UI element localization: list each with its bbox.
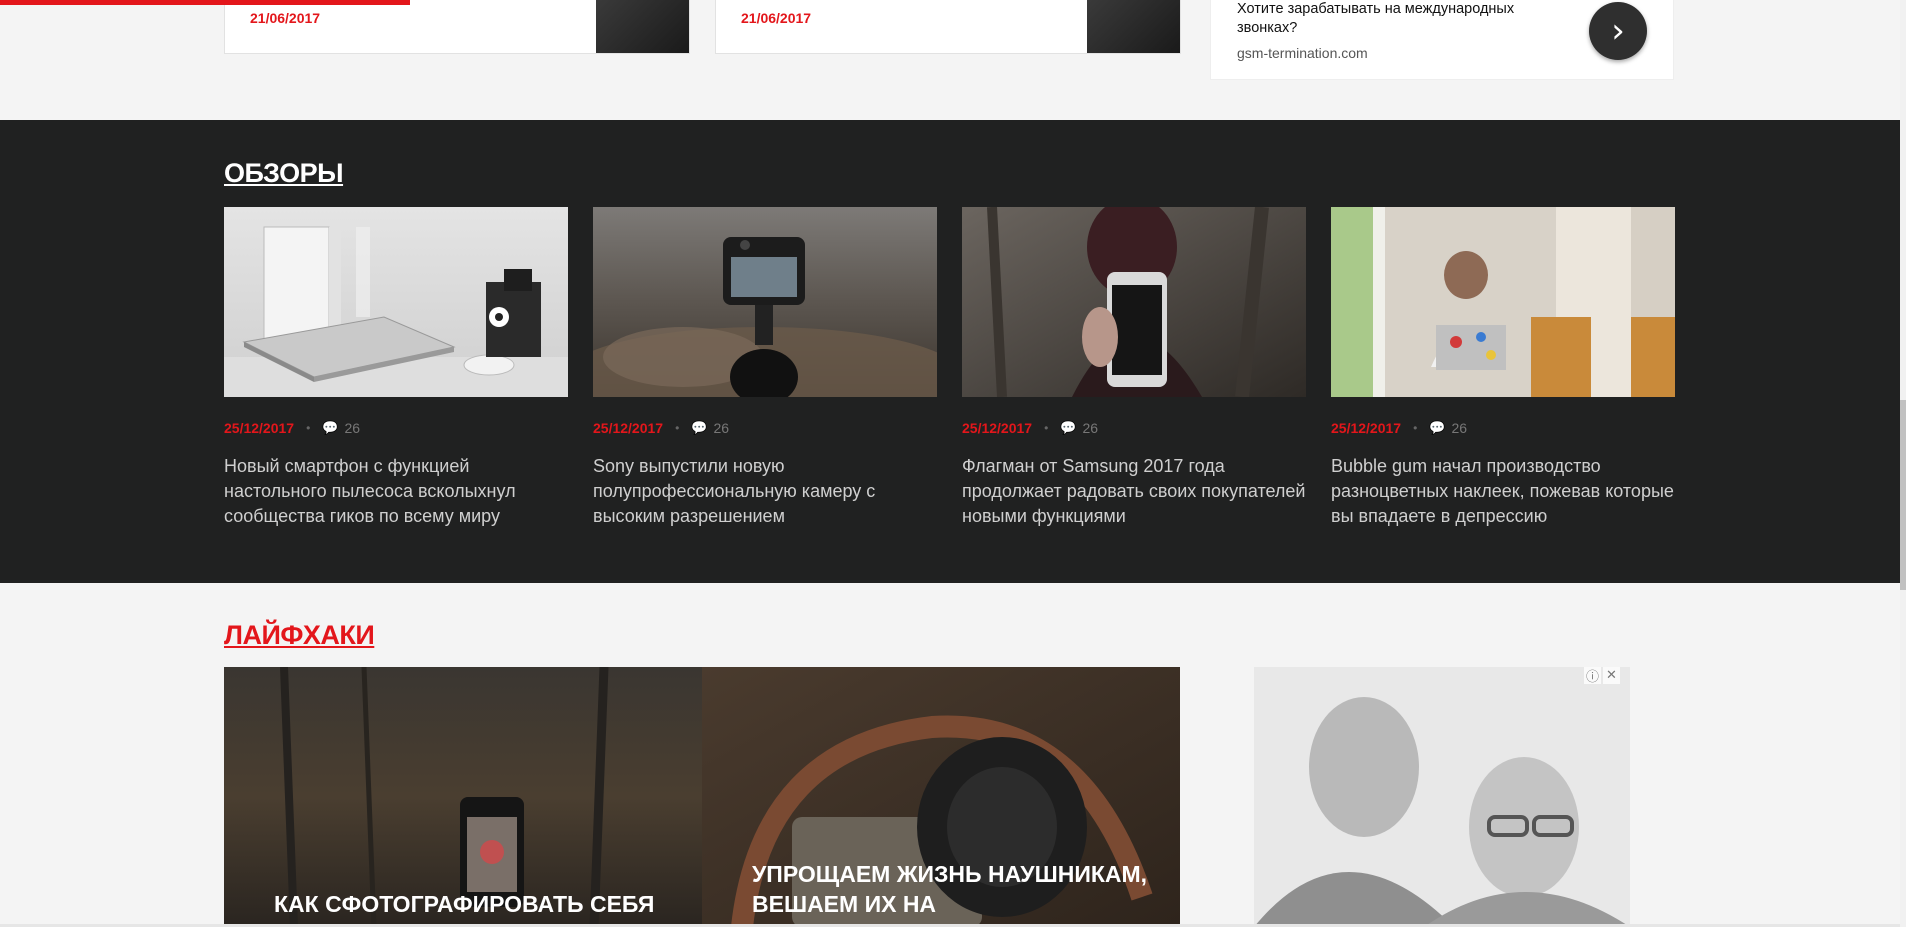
comments-count[interactable]: 26 [344, 420, 360, 436]
review-meta: 25/12/2017 • 💬 26 [962, 419, 1306, 437]
meta-separator: • [1044, 421, 1049, 435]
review-meta: 25/12/2017 • 💬 26 [593, 419, 937, 437]
meta-separator: • [1413, 421, 1418, 435]
ad-domain[interactable]: gsm-termination.com [1237, 45, 1368, 61]
review-image-man-laptop[interactable] [1331, 207, 1675, 397]
comments-count[interactable]: 26 [1082, 420, 1098, 436]
reviews-section: Обзоры [0, 120, 1900, 583]
side-advertisement[interactable]: ⓘ ✕ [1254, 667, 1630, 927]
ad-title[interactable]: Хотите зарабатывать на международных зво… [1237, 0, 1577, 38]
top-news-card-1[interactable]: 21/06/2017 [224, 0, 690, 54]
lifehack-tile[interactable]: Упрощаем жизнь наушникам, вешаем их на [702, 667, 1180, 927]
news-date: 21/06/2017 [250, 10, 321, 26]
review-title[interactable]: Новый смартфон с функцией настольного пы… [224, 454, 568, 529]
review-meta: 25/12/2017 • 💬 26 [224, 419, 568, 437]
review-date: 25/12/2017 [593, 420, 664, 436]
comments-icon: 💬 [322, 420, 339, 435]
news-thumbnail[interactable] [596, 0, 689, 53]
ad-controls: ⓘ ✕ [1584, 667, 1620, 685]
review-card[interactable]: 25/12/2017 • 💬 26 Новый смартфон с функц… [224, 207, 568, 529]
review-image-camera[interactable] [593, 207, 937, 397]
section-title-lifehacks[interactable]: Лайфхаки [224, 620, 375, 651]
lifehack-title[interactable]: Упрощаем жизнь наушникам, вешаем их на [752, 859, 1152, 919]
review-date: 25/12/2017 [1331, 420, 1402, 436]
news-date: 21/06/2017 [741, 10, 812, 26]
meta-separator: • [675, 421, 680, 435]
review-image-smartphone[interactable] [962, 207, 1306, 397]
page-scrollbar[interactable] [1900, 0, 1906, 927]
info-icon[interactable]: ⓘ [1584, 667, 1601, 685]
lifehack-title[interactable]: Как сфотографировать себя [274, 889, 674, 919]
review-card[interactable]: 25/12/2017 • 💬 26 Флагман от Samsung 201… [962, 207, 1306, 529]
comments-icon: 💬 [1429, 420, 1446, 435]
news-thumbnail[interactable] [1087, 0, 1180, 53]
review-card[interactable]: 25/12/2017 • 💬 26 Bubble gum начал произ… [1331, 207, 1675, 529]
review-date: 25/12/2017 [224, 420, 295, 436]
comments-icon: 💬 [691, 420, 708, 435]
ad-image-people [1254, 667, 1630, 927]
reading-progress-bar [0, 0, 975, 5]
lifehack-image-photo [224, 667, 702, 927]
scrollbar-thumb[interactable] [1900, 400, 1906, 590]
top-news-card-2[interactable]: 21/06/2017 [715, 0, 1181, 54]
comments-count[interactable]: 26 [713, 420, 729, 436]
chevron-right-icon[interactable]: › [1589, 2, 1647, 60]
review-image-laptop[interactable] [224, 207, 568, 397]
review-meta: 25/12/2017 • 💬 26 [1331, 419, 1675, 437]
lifehack-tile[interactable]: Как сфотографировать себя [224, 667, 702, 927]
review-title[interactable]: Bubble gum начал производство разноцветн… [1331, 454, 1675, 529]
review-card[interactable]: 25/12/2017 • 💬 26 Sony выпустили новую п… [593, 207, 937, 529]
reading-progress-fill [0, 0, 410, 5]
meta-separator: • [306, 421, 311, 435]
close-icon[interactable]: ✕ [1603, 667, 1620, 684]
comments-count[interactable]: 26 [1451, 420, 1467, 436]
review-title[interactable]: Флагман от Samsung 2017 года продолжает … [962, 454, 1306, 529]
review-title[interactable]: Sony выпустили новую полупрофессиональну… [593, 454, 937, 529]
section-title-reviews[interactable]: Обзоры [224, 158, 344, 189]
comments-icon: 💬 [1060, 420, 1077, 435]
top-strip: 21/06/2017 21/06/2017 Хотите зарабатыват… [0, 0, 1900, 120]
top-advertisement[interactable]: Хотите зарабатывать на международных зво… [1210, 0, 1674, 80]
review-date: 25/12/2017 [962, 420, 1033, 436]
